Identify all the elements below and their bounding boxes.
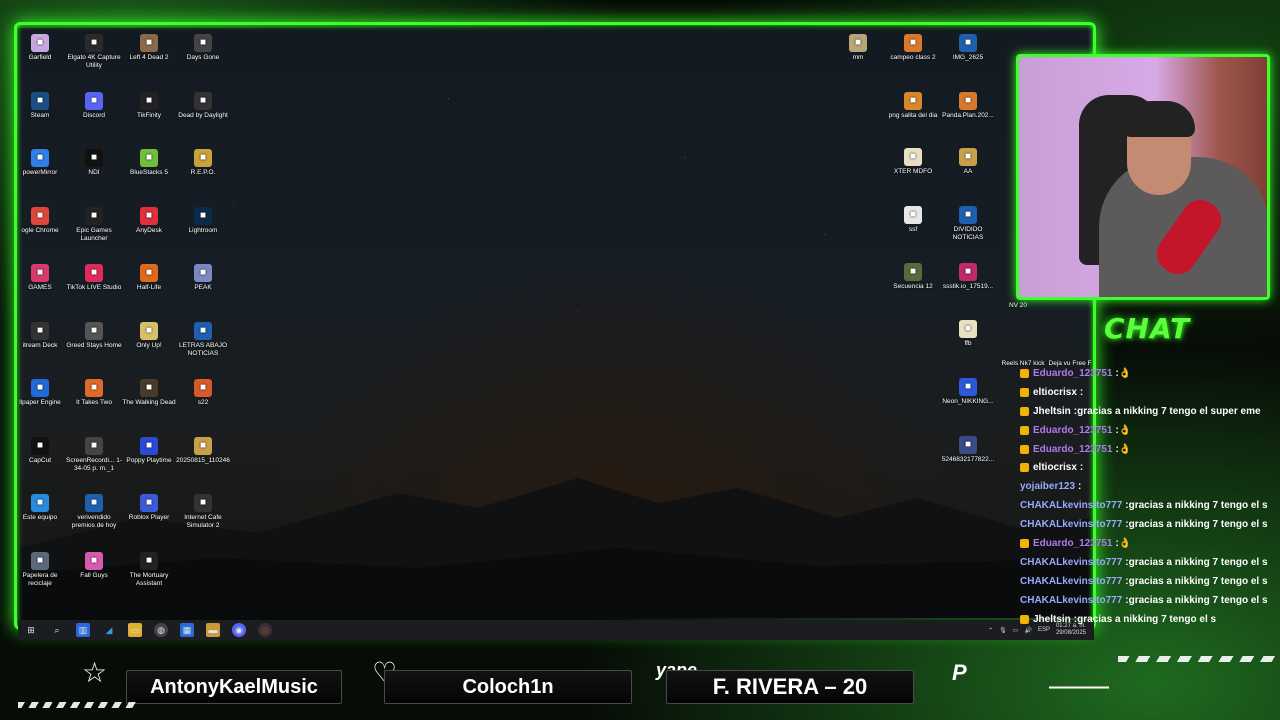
bottom-info-bar: ☆ AntonyKaelMusic ♡ Coloch1n yape F. RIV…	[0, 648, 1280, 720]
taskview-icon[interactable]: ▥	[76, 623, 90, 637]
decorative-stripes-right	[1118, 656, 1280, 662]
mic-icon[interactable]: 🎙	[999, 627, 1007, 634]
store-icon[interactable]: ▦	[180, 623, 194, 637]
chat-username[interactable]: yojaiber123	[1020, 481, 1075, 492]
chrome-icon[interactable]: ◍	[154, 623, 168, 637]
file-explorer-icon[interactable]: ▭	[128, 623, 142, 637]
windows-start-icon[interactable]: ⊞	[24, 623, 38, 637]
chat-text: gracias a nikking 7 tengo el s	[1128, 594, 1268, 606]
chat-message: CHAKALkevinsito777: gracias a nikking 7 …	[1012, 591, 1280, 610]
chat-text: gracias a nikking 7 tengo el s	[1128, 575, 1268, 587]
chat-text: gracias a nikking 7 tengo el s	[1128, 556, 1268, 568]
chat-message: CHAKALkevinsito777: gracias a nikking 7 …	[1012, 496, 1280, 515]
clock-time: 01:27 a. m.	[1055, 623, 1086, 629]
chat-username[interactable]: CHAKALkevinsito777	[1020, 519, 1122, 530]
chat-text: gracias a nikking 7 tengo el super eme	[1077, 405, 1261, 417]
search-icon[interactable]: ⌕	[50, 623, 64, 637]
subscriber-badge-icon	[1020, 614, 1029, 624]
chat-username[interactable]: eltiocrisx	[1033, 462, 1077, 473]
edge-icon[interactable]: ◢	[102, 623, 116, 637]
chat-username[interactable]: CHAKALkevinsito777	[1020, 500, 1122, 511]
discord-icon[interactable]: ◉	[232, 623, 246, 637]
chat-message: Jheltsin: gracias a nikking 7 tengo el s…	[1012, 402, 1280, 421]
clock[interactable]: 01:27 a. m. 29/08/2025	[1056, 623, 1086, 637]
obs-icon[interactable]: ◎	[258, 623, 272, 637]
chat-username[interactable]: Eduardo_123751	[1033, 425, 1113, 436]
chat-text: 👌	[1118, 537, 1132, 549]
chat-text: 👌	[1118, 443, 1132, 455]
subscriber-badge-icon	[1020, 425, 1029, 435]
chat-message: Jheltsin: gracias a nikking 7 tengo el s	[1012, 610, 1280, 624]
chat-text: gracias a nikking 7 tengo el s	[1128, 519, 1268, 531]
clock-date: 29/08/2025	[1055, 630, 1086, 636]
subscriber-badge-icon	[1020, 444, 1029, 454]
latest-donation: F. RIVERA – 20	[666, 670, 914, 704]
chat-text: gracias a nikking 7 tengo el s	[1077, 613, 1217, 624]
chat-separator: :	[1078, 481, 1082, 493]
chat-separator: :	[1079, 386, 1084, 398]
volume-icon[interactable]: 🔊	[1024, 627, 1031, 634]
chat-message: Eduardo_123751: 👌	[1012, 440, 1280, 459]
network-icon[interactable]: ▭	[1013, 627, 1019, 634]
chat-username[interactable]: eltiocrisx	[1033, 387, 1077, 398]
chat-separator: :	[1079, 462, 1084, 474]
chat-message: CHAKALkevinsito777: gracias a nikking 7 …	[1012, 572, 1280, 591]
subscriber-badge-icon	[1020, 538, 1029, 548]
subscriber-badge-icon	[1020, 406, 1029, 416]
chat-title: CHAT	[1104, 312, 1191, 345]
latest-subscriber: Coloch1n	[384, 670, 632, 704]
chat-username[interactable]: Eduardo_123751	[1033, 444, 1113, 455]
chat-message: Eduardo_123751: 👌	[1012, 421, 1280, 440]
chat-message: yojaiber123:	[1012, 477, 1280, 496]
star-icon: ☆	[82, 657, 108, 688]
chevron-up-icon[interactable]: ⌃	[988, 627, 993, 634]
chat-username[interactable]: CHAKALkevinsito777	[1020, 595, 1122, 606]
desktop-capture-border	[14, 22, 1096, 630]
chat-username[interactable]: Jheltsin	[1033, 406, 1071, 417]
subscriber-badge-icon	[1020, 387, 1029, 397]
chat-username[interactable]: Eduardo_123751	[1033, 368, 1113, 379]
folder-icon[interactable]: ▬	[206, 623, 220, 637]
subscriber-badge-icon	[1020, 463, 1029, 473]
language-indicator[interactable]: ESP	[1038, 627, 1050, 633]
chat-message: eltiocrisx:	[1012, 383, 1280, 402]
streamer-hair	[1123, 101, 1195, 137]
chat-message: Eduardo_123751: 👌	[1012, 364, 1280, 383]
subscriber-badge-icon	[1020, 368, 1029, 378]
webcam-feed	[1016, 54, 1270, 300]
chat-message: CHAKALkevinsito777: gracias a nikking 7 …	[1012, 553, 1280, 572]
chat-username[interactable]: CHAKALkevinsito777	[1020, 576, 1122, 587]
paypal-donation: ———	[1049, 675, 1109, 698]
chat-message: CHAKALkevinsito777: gracias a nikking 7 …	[1012, 515, 1280, 534]
decorative-stripes-left	[18, 702, 138, 708]
chat-username[interactable]: CHAKALkevinsito777	[1020, 557, 1122, 568]
chat-text: 👌	[1118, 424, 1132, 436]
chat-text: gracias a nikking 7 tengo el s	[1128, 500, 1268, 512]
chat-text: 👌	[1118, 367, 1132, 379]
chat-username[interactable]: Jheltsin	[1033, 614, 1071, 624]
chat-username[interactable]: Eduardo_123751	[1033, 538, 1113, 549]
chat-panel: Eduardo_123751: 👌 eltiocrisx: Jheltsin: g…	[1012, 364, 1280, 624]
windows-taskbar: ⊞ ⌕ ▥ ◢ ▭ ◍ ▦ ▬ ◉ ◎ ⌃ 🎙 ▭ 🔊 ESP 01:27 a.…	[18, 620, 1094, 640]
chat-message: eltiocrisx:	[1012, 458, 1280, 477]
chat-message: Eduardo_123751: 👌	[1012, 534, 1280, 553]
latest-follower: AntonyKaelMusic	[126, 670, 342, 704]
